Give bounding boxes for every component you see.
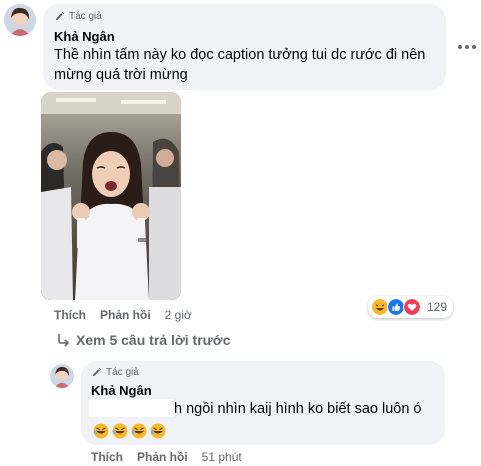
author-name[interactable]: Khả Ngân: [54, 29, 115, 44]
love-react-icon: [403, 298, 421, 316]
view-previous-replies-label: Xem 5 câu trả lời trước: [76, 332, 231, 348]
reply-reply-button[interactable]: Phản hồi: [137, 450, 188, 464]
view-previous-replies[interactable]: Xem 5 câu trả lời trước: [56, 332, 231, 348]
reply-actions: Thích Phản hồi 51 phút: [91, 450, 242, 464]
reply-timestamp[interactable]: 51 phút: [202, 450, 242, 464]
redacted-text: [89, 399, 173, 417]
comment-timestamp[interactable]: 2 giờ: [165, 308, 192, 322]
like-button[interactable]: Thích: [54, 308, 86, 322]
reactions-summary[interactable]: 129: [368, 296, 454, 318]
pencil-icon: [55, 12, 64, 21]
more-options-icon[interactable]: [458, 45, 476, 49]
reply-arrow-icon: [58, 334, 70, 347]
reply-avatar[interactable]: [50, 364, 74, 388]
reply-button[interactable]: Phản hồi: [100, 308, 151, 322]
comment-text: Thề nhìn tấm này ko đọc caption tưởng tu…: [54, 47, 426, 83]
author-badge: Tác giả: [54, 11, 102, 22]
comment-bubble: Tác giả Khả Ngân Thề nhìn tấm này ko đọc…: [43, 4, 446, 90]
rofl-emoji-icon: [131, 423, 147, 439]
reply-author-name[interactable]: Khả Ngân: [91, 383, 152, 398]
rofl-emoji-icon: [150, 423, 166, 439]
rofl-emoji-icon: [112, 423, 128, 439]
pencil-icon: [92, 368, 101, 377]
reply-bubble: Tác giả Khả Ngân h ngồi nhìn kaij hình k…: [81, 361, 445, 445]
author-role: Tác giả: [69, 11, 102, 22]
comment-actions: Thích Phản hồi 2 giờ: [54, 308, 192, 322]
rofl-emoji-icon: [93, 423, 109, 439]
reply-author-badge: Tác giả: [91, 367, 139, 378]
avatar[interactable]: [4, 4, 36, 36]
reply-emojis: [93, 423, 166, 439]
reaction-count: 129: [427, 300, 448, 314]
comment-photo[interactable]: [41, 92, 181, 300]
reply-author-role: Tác giả: [106, 367, 139, 378]
reply-text: h ngồi nhìn kaij hình ko biết sao luôn ó: [174, 401, 422, 417]
reply-like-button[interactable]: Thích: [91, 450, 123, 464]
